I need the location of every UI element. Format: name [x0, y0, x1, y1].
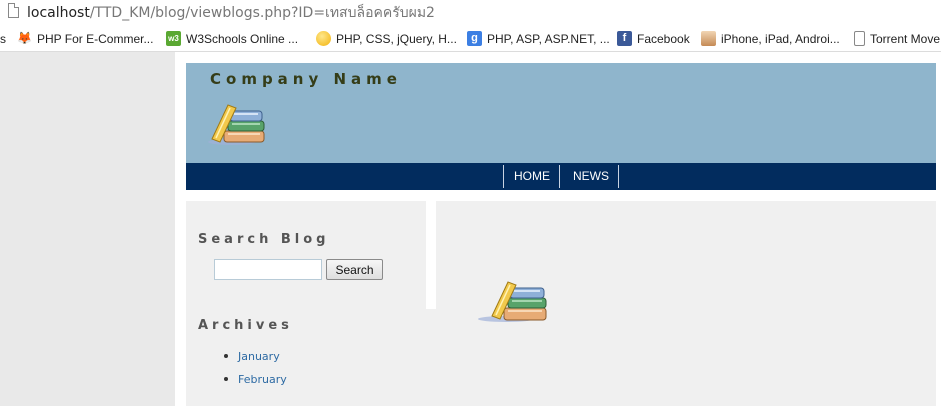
site-header: Company Name [186, 63, 936, 163]
bookmark-label: Torrent Move [870, 31, 941, 46]
bookmark-item[interactable]: iPhone, iPad, Androi... [701, 30, 840, 47]
address-bar[interactable]: localhost/TTD_KM/blog/viewblogs.php?ID=เ… [0, 0, 941, 25]
page-icon [854, 31, 865, 46]
w3schools-icon: w3 [166, 31, 181, 46]
nav-separator [618, 165, 619, 188]
bulb-icon [316, 31, 331, 46]
archives-title: Archives [198, 318, 293, 333]
bullet-icon [224, 377, 228, 381]
google-icon: g [467, 31, 482, 46]
bookmark-item[interactable]: g PHP, ASP, ASP.NET, ... [467, 30, 610, 47]
bookmarks-bar: s 🦊 PHP For E-Commer... w3 W3Schools Onl… [0, 25, 941, 52]
url-text[interactable]: localhost/TTD_KM/blog/viewblogs.php?ID=เ… [27, 2, 435, 24]
search-input[interactable] [214, 259, 322, 280]
nav-home-link[interactable]: HOME [514, 169, 550, 183]
search-blog-title: Search Blog [198, 232, 330, 247]
bookmark-label: s [0, 31, 6, 46]
archive-link-january[interactable]: January [238, 350, 280, 363]
page-gutter [0, 52, 175, 406]
bookmark-label: PHP, ASP, ASP.NET, ... [487, 31, 610, 46]
nav-separator [503, 165, 504, 188]
bookmark-item[interactable]: PHP, CSS, jQuery, H... [316, 30, 457, 47]
search-button[interactable]: Search [326, 259, 383, 280]
box-icon [701, 31, 716, 46]
sidebar-search-panel [186, 201, 426, 309]
bookmark-item[interactable]: f Facebook [617, 30, 690, 47]
nav-separator [559, 165, 560, 188]
bookmark-label: Facebook [637, 31, 690, 46]
url-host: localhost [27, 5, 90, 21]
top-nav: HOME NEWS [186, 163, 936, 190]
nav-news-link[interactable]: NEWS [573, 169, 609, 183]
bookmark-label: PHP For E-Commer... [37, 31, 154, 46]
page-icon [8, 3, 19, 18]
bullet-icon [224, 354, 228, 358]
company-name: Company Name [210, 70, 402, 88]
url-path: /TTD_KM/blog/viewblogs.php?ID=เทสบล็อคคร… [89, 5, 435, 21]
bookmark-item[interactable]: Torrent Move [852, 30, 940, 47]
fox-icon: 🦊 [17, 31, 32, 45]
books-icon [478, 281, 547, 322]
bookmark-item[interactable]: w3 W3Schools Online ... [166, 30, 298, 47]
books-icon [208, 104, 265, 145]
bookmark-label: W3Schools Online ... [186, 31, 299, 46]
bookmark-label: PHP, CSS, jQuery, H... [336, 31, 457, 46]
bookmark-item[interactable]: 🦊 PHP For E-Commer... [17, 30, 153, 47]
archive-link-february[interactable]: February [238, 373, 287, 386]
bookmark-label: iPhone, iPad, Androi... [721, 31, 840, 46]
bookmark-item[interactable]: s [0, 30, 6, 47]
facebook-icon: f [617, 31, 632, 46]
